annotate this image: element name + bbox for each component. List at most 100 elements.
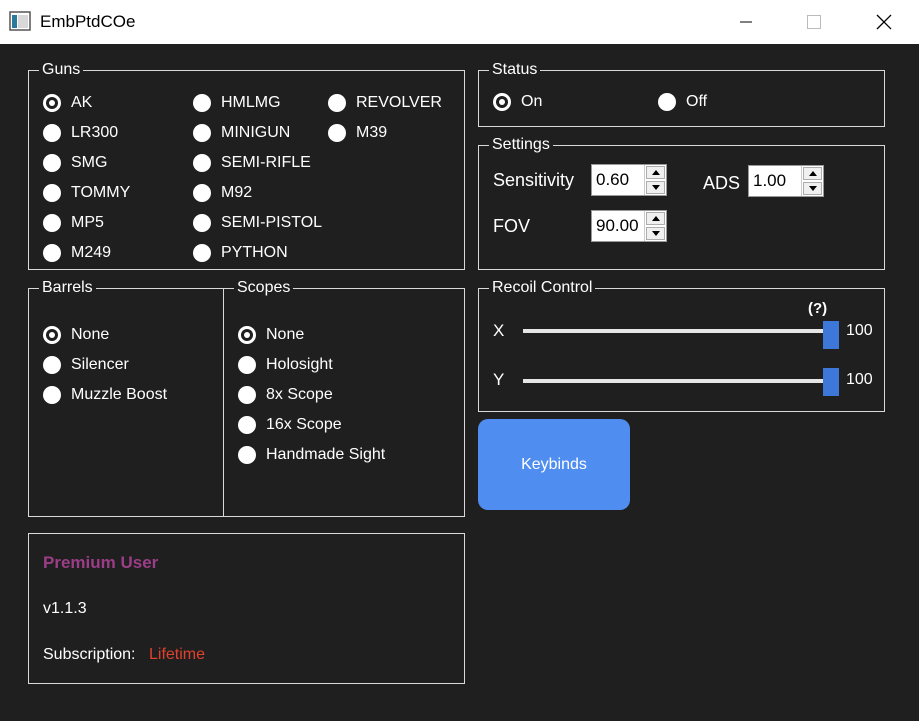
gun-label: LR300 — [71, 124, 119, 141]
gun-label: SEMI-PISTOL — [221, 214, 323, 231]
barrel-radio-none[interactable]: None — [43, 324, 109, 346]
radio-dot[interactable] — [493, 93, 511, 111]
recoil-y-track[interactable] — [523, 379, 839, 383]
radio-dot[interactable] — [43, 326, 61, 344]
radio-dot[interactable] — [43, 356, 61, 374]
radio-dot[interactable] — [193, 94, 211, 112]
gun-radio-revolver[interactable]: REVOLVER — [328, 92, 442, 114]
barrel-radio-silencer[interactable]: Silencer — [43, 354, 129, 376]
minimize-button[interactable] — [723, 0, 769, 44]
gun-radio-lr300[interactable]: LR300 — [43, 122, 118, 144]
settings-group: Settings — [478, 136, 885, 270]
radio-dot[interactable] — [658, 93, 676, 111]
scope-radio-handmade-sight[interactable]: Handmade Sight — [238, 444, 385, 466]
radio-dot[interactable] — [238, 446, 256, 464]
spin-up-button[interactable] — [646, 166, 665, 179]
version-label: v1.1.3 — [43, 600, 87, 617]
radio-dot[interactable] — [43, 214, 61, 232]
gun-label: PYTHON — [221, 244, 288, 261]
close-icon — [876, 14, 892, 30]
gun-radio-semi-pistol[interactable]: SEMI-PISTOL — [193, 212, 322, 234]
radio-dot[interactable] — [238, 326, 256, 344]
radio-dot[interactable] — [43, 184, 61, 202]
spin-down-button[interactable] — [646, 227, 665, 240]
gun-radio-tommy[interactable]: TOMMY — [43, 182, 130, 204]
status-radio-off[interactable]: Off — [658, 91, 707, 113]
scopes-legend: Scopes — [234, 279, 294, 297]
scope-label: Handmade Sight — [266, 446, 386, 463]
sensitivity-spinbox[interactable] — [591, 164, 667, 196]
sensitivity-spinner — [644, 165, 666, 195]
app-window-icon — [9, 11, 31, 31]
fov-input[interactable] — [592, 211, 644, 241]
maximize-button[interactable] — [791, 0, 837, 44]
scope-radio-16x[interactable]: 16x Scope — [238, 414, 342, 436]
radio-dot[interactable] — [328, 94, 346, 112]
premium-user-label: Premium User — [43, 553, 159, 572]
radio-dot[interactable] — [193, 214, 211, 232]
gun-radio-m92[interactable]: M92 — [193, 182, 252, 204]
scope-label: Holosight — [266, 356, 333, 373]
keybinds-button[interactable]: Keybinds — [478, 419, 630, 510]
radio-dot[interactable] — [43, 154, 61, 172]
sensitivity-input[interactable] — [592, 165, 644, 195]
barrel-label: Muzzle Boost — [71, 386, 168, 403]
radio-dot[interactable] — [43, 386, 61, 404]
gun-radio-hmlmg[interactable]: HMLMG — [193, 92, 281, 114]
sensitivity-label: Sensitivity — [493, 170, 575, 190]
spin-up-button[interactable] — [803, 167, 822, 180]
recoil-x-track[interactable] — [523, 329, 839, 333]
gun-label: M92 — [221, 184, 253, 201]
radio-dot[interactable] — [193, 154, 211, 172]
ads-label: ADS — [703, 173, 741, 193]
recoil-y-thumb[interactable] — [823, 368, 839, 396]
gun-radio-semi-rifle[interactable]: SEMI-RIFLE — [193, 152, 311, 174]
gun-radio-mp5[interactable]: MP5 — [43, 212, 104, 234]
ads-input[interactable] — [749, 166, 801, 196]
status-radio-on[interactable]: On — [493, 91, 542, 113]
scope-radio-none[interactable]: None — [238, 324, 304, 346]
triangle-up-icon — [651, 170, 660, 175]
gun-radio-minigun[interactable]: MINIGUN — [193, 122, 290, 144]
radio-dot[interactable] — [193, 244, 211, 262]
barrel-label: Silencer — [71, 356, 129, 373]
gun-label: SEMI-RIFLE — [221, 154, 311, 171]
radio-dot[interactable] — [193, 124, 211, 142]
settings-legend: Settings — [489, 136, 553, 154]
radio-dot[interactable] — [43, 94, 61, 112]
recoil-legend: Recoil Control — [489, 279, 596, 297]
gun-radio-smg[interactable]: SMG — [43, 152, 107, 174]
radio-dot[interactable] — [238, 356, 256, 374]
scope-radio-8x[interactable]: 8x Scope — [238, 384, 333, 406]
recoil-y-label: Y — [493, 370, 505, 389]
recoil-x-thumb[interactable] — [823, 321, 839, 349]
gun-radio-ak[interactable]: AK — [43, 92, 92, 114]
radio-dot[interactable] — [238, 386, 256, 404]
gun-label: M39 — [356, 124, 388, 141]
guns-legend: Guns — [39, 61, 84, 79]
gun-radio-m249[interactable]: M249 — [43, 242, 111, 264]
radio-dot[interactable] — [43, 124, 61, 142]
gun-radio-python[interactable]: PYTHON — [193, 242, 288, 264]
recoil-y-value: 100 — [846, 371, 873, 388]
recoil-x-value: 100 — [846, 322, 873, 339]
scope-radio-holosight[interactable]: Holosight — [238, 354, 333, 376]
gun-label: MP5 — [71, 214, 104, 231]
barrel-radio-muzzle-boost[interactable]: Muzzle Boost — [43, 384, 167, 406]
fov-spinbox[interactable] — [591, 210, 667, 242]
radio-dot[interactable] — [238, 416, 256, 434]
spin-up-button[interactable] — [646, 212, 665, 225]
recoil-help[interactable]: (?) — [808, 300, 827, 317]
radio-dot[interactable] — [328, 124, 346, 142]
gun-label: HMLMG — [221, 94, 281, 111]
close-button[interactable] — [861, 0, 907, 44]
ads-spinbox[interactable] — [748, 165, 824, 197]
fov-spinner — [644, 211, 666, 241]
spin-down-button[interactable] — [646, 181, 665, 194]
minimize-icon — [740, 21, 752, 23]
status-on-label: On — [521, 93, 543, 110]
gun-radio-m39[interactable]: M39 — [328, 122, 387, 144]
radio-dot[interactable] — [193, 184, 211, 202]
radio-dot[interactable] — [43, 244, 61, 262]
spin-down-button[interactable] — [803, 182, 822, 195]
